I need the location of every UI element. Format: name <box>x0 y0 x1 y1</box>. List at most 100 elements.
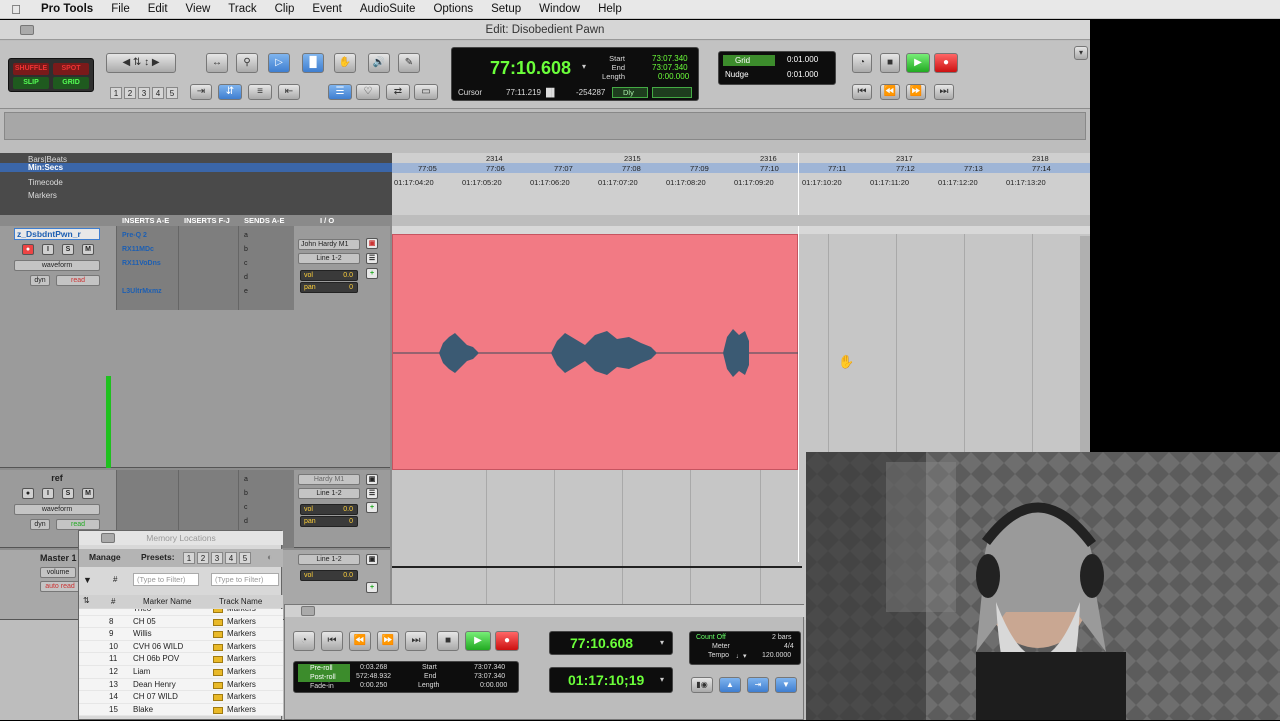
pencil-tool-icon[interactable]: ✎ <box>398 53 420 73</box>
send-slot-e[interactable]: e <box>241 286 248 297</box>
track-name-header[interactable]: Track Name <box>219 597 262 606</box>
send-slot-d[interactable]: d <box>241 516 248 527</box>
stop-button[interactable]: ■ <box>880 53 900 73</box>
send-slot-a[interactable]: a <box>241 230 248 241</box>
meter-value[interactable]: 4/4 <box>784 643 794 650</box>
transport-sub-counter[interactable]: 01:17:10;19 ▾ <box>549 667 673 693</box>
send-slot-b[interactable]: b <box>241 488 248 499</box>
add-track-icon[interactable]: + <box>366 268 378 279</box>
inserts-fj-header[interactable]: INSERTS F-J <box>184 216 230 225</box>
add-track-icon[interactable]: + <box>366 502 378 513</box>
spot-mode-button[interactable]: SPOT <box>53 63 89 75</box>
insert-slot-a[interactable]: Pre-Q 2 <box>119 230 177 241</box>
volume-control[interactable]: vol 0.0 <box>300 270 358 281</box>
tempo-note-icon[interactable]: ♩▾ <box>736 652 747 660</box>
insert-slot-d[interactable] <box>119 272 177 283</box>
grid-mode-button[interactable]: GRID <box>53 77 89 89</box>
layered-editing-icon[interactable]: ▭ <box>414 84 438 100</box>
insert-slot-b[interactable]: RX11MDc <box>119 244 177 255</box>
pan-control[interactable]: pan 0 <box>300 516 358 527</box>
inserts-fj-column[interactable] <box>178 226 238 310</box>
mute-button[interactable]: M <box>82 488 94 499</box>
marker-row[interactable]: 14 CH 07 WILD Markers <box>79 691 283 704</box>
postroll-value[interactable]: 572:48.932 <box>356 673 391 680</box>
postroll-toggle[interactable]: Post-roll <box>298 673 350 682</box>
menu-track[interactable]: Track <box>219 3 265 15</box>
zoom-preset-5[interactable]: 5 <box>166 87 178 99</box>
pan-control[interactable]: pan 0 <box>300 282 358 293</box>
zoom-preset-2[interactable]: 2 <box>124 87 136 99</box>
output-selector[interactable]: Line 1-2 <box>298 554 360 565</box>
menu-options[interactable]: Options <box>424 3 482 15</box>
start-value[interactable]: 73:07.340 <box>474 664 505 671</box>
fast-forward-button[interactable]: ⏩ <box>906 84 926 100</box>
record-button[interactable]: ● <box>495 631 519 651</box>
track-name-field[interactable]: z_DsbdntPwn_r <box>14 228 100 240</box>
zoom-preset-1[interactable]: 1 <box>110 87 122 99</box>
marker-row[interactable]: 11 CH 06b POV Markers <box>79 653 283 666</box>
inserts-ae-header[interactable]: INSERTS A-E <box>122 216 169 225</box>
track-view-selector[interactable]: waveform <box>14 504 100 515</box>
memory-window-menu-icon[interactable] <box>101 533 115 543</box>
add-track-icon[interactable]: + <box>366 582 378 593</box>
volume-control[interactable]: vol 0.0 <box>300 504 358 515</box>
grid-label[interactable]: Grid <box>723 55 775 66</box>
track-name-field[interactable]: Master 1 <box>40 553 77 563</box>
ruler-timecode-label[interactable]: Timecode <box>28 178 63 187</box>
insert-slot-e[interactable]: L3UltrMxmz <box>119 286 177 297</box>
send-slot-c[interactable]: c <box>241 502 248 513</box>
tempo-value[interactable]: 120.0000 <box>762 652 791 659</box>
track-filter-input[interactable]: (Type to Filter) <box>211 573 279 586</box>
end-value[interactable]: 73:07.340 <box>474 673 505 680</box>
send-slot-c[interactable]: c <box>241 258 248 269</box>
menu-view[interactable]: View <box>177 3 220 15</box>
zoom-tool-icon[interactable]: ⚲ <box>236 53 258 73</box>
marker-row[interactable]: 9 Willis Markers <box>79 628 283 641</box>
mute-button[interactable]: M <box>82 244 94 255</box>
return-to-zero-button[interactable]: ⏮ <box>321 631 343 651</box>
mirror-midi-icon[interactable]: ♡ <box>356 84 380 100</box>
universe-overview[interactable] <box>4 112 1086 140</box>
stop-button[interactable]: ■ <box>437 631 459 651</box>
filter-icon[interactable]: ▼ <box>83 575 92 585</box>
input-monitor-button[interactable]: I <box>42 488 54 499</box>
grid-value[interactable]: 0:01.000 <box>787 55 818 64</box>
wait-for-note-icon[interactable]: ▮◉ <box>691 677 713 693</box>
toolbar-menu-icon[interactable]: ▾ <box>1074 46 1088 60</box>
tab-to-transient-icon[interactable]: ☰ <box>328 84 352 100</box>
ruler-area[interactable]: 2314 2315 2316 2317 2318 77:05 77:06 77:… <box>392 153 1090 215</box>
memory-preset-3[interactable]: 3 <box>211 552 223 564</box>
zoom-controls[interactable]: ◀ ⇅ ↕ ▶ <box>106 53 176 73</box>
window-menu-icon[interactable] <box>20 25 34 35</box>
insert-slot-c[interactable]: RX11VoDns <box>119 258 177 269</box>
nudge-label[interactable]: Nudge <box>725 70 749 79</box>
shuffle-mode-button[interactable]: SHUFFLE <box>13 63 49 75</box>
memory-preset-2[interactable]: 2 <box>197 552 209 564</box>
link-timeline-icon[interactable]: ⇵ <box>218 84 242 100</box>
solo-button[interactable]: S <box>62 488 74 499</box>
rewind-button[interactable]: ⏪ <box>880 84 900 100</box>
auto-fade-icon[interactable]: ⇄ <box>386 84 410 100</box>
send-slot-a[interactable]: a <box>241 474 248 485</box>
counter-dropdown-icon[interactable]: ▾ <box>660 675 664 684</box>
midi-merge-icon[interactable]: ⇥ <box>747 677 769 693</box>
io-header[interactable]: I / O <box>320 216 334 225</box>
send-slot-b[interactable]: b <box>241 244 248 255</box>
count-off-bars[interactable]: 2 bars <box>772 634 791 641</box>
selector-tool-icon[interactable]: █ <box>302 53 324 73</box>
menu-setup[interactable]: Setup <box>482 3 530 15</box>
insertion-follows-icon[interactable]: ⇤ <box>278 84 300 100</box>
sort-icon[interactable]: ⇅ <box>83 596 90 605</box>
menu-app[interactable]: Pro Tools <box>32 3 102 15</box>
online-icon[interactable]: ◔ <box>852 53 872 73</box>
track-dyn-button[interactable]: dyn <box>30 275 50 286</box>
record-enable-button[interactable]: ● <box>22 488 34 499</box>
marker-name-header[interactable]: Marker Name <box>143 597 191 606</box>
input-selector[interactable]: John Hardy M1 <box>298 239 360 250</box>
menu-clip[interactable]: Clip <box>266 3 304 15</box>
marker-row[interactable]: 12 Liam Markers <box>79 666 283 679</box>
memory-options-icon[interactable]: ◐ <box>267 552 272 562</box>
marker-row[interactable]: 10 CVH 06 WILD Markers <box>79 640 283 654</box>
trim-tool-icon[interactable]: ▷ <box>268 53 290 73</box>
automation-mode-selector[interactable]: read <box>56 275 100 286</box>
